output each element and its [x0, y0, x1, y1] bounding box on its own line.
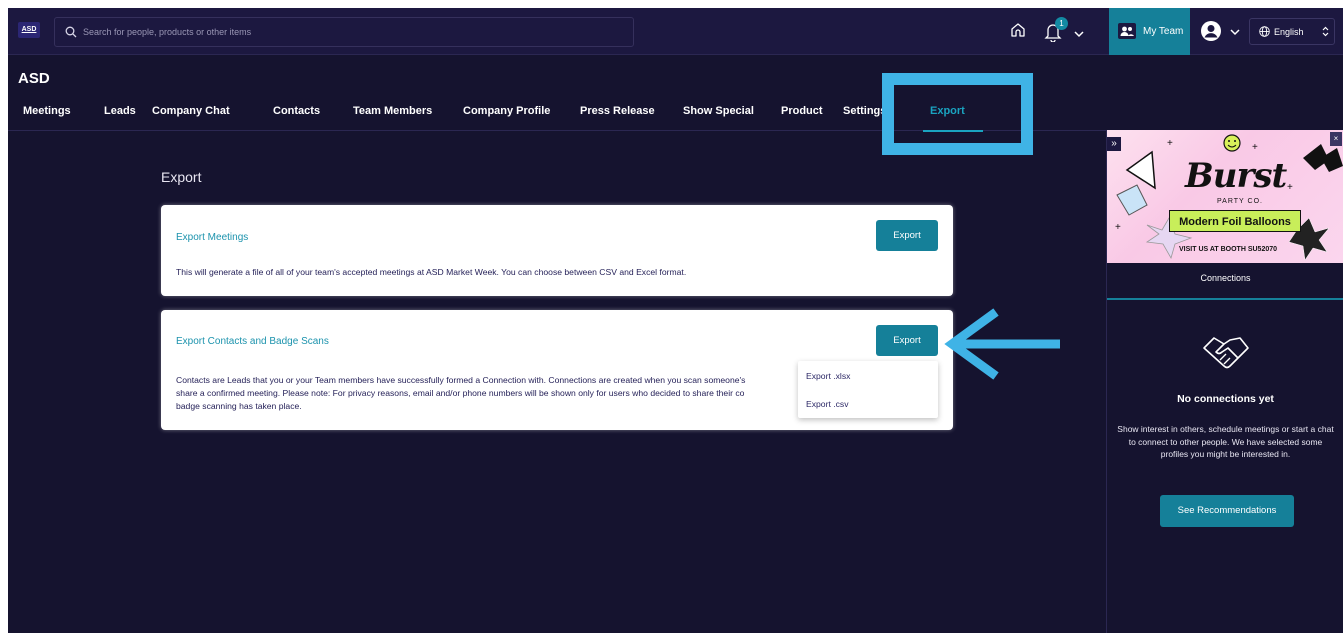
side-panel: + + + + » × Burst PARTY CO. Modern Foil …: [1106, 130, 1343, 633]
empty-state-description: Show interest in others, schedule meetin…: [1117, 424, 1334, 459]
company-title: ASD: [18, 70, 50, 87]
ad-collapse-button[interactable]: »: [1107, 137, 1121, 151]
card-title: Export Meetings: [176, 232, 249, 243]
card-description-line: share a confirmed meeting. Please note: …: [176, 388, 745, 398]
tab-show-special[interactable]: Show Special: [683, 105, 754, 117]
tab-leads[interactable]: Leads: [104, 105, 136, 117]
my-team-button[interactable]: My Team: [1109, 8, 1190, 55]
annotation-arrow-icon: [944, 308, 1060, 380]
avatar-icon: [1201, 21, 1221, 41]
ad-tagline: PARTY CO.: [1217, 198, 1263, 205]
ad-close-button[interactable]: ×: [1330, 132, 1342, 146]
language-select[interactable]: English: [1249, 18, 1335, 45]
chevron-down-icon: [1074, 31, 1084, 38]
tab-team-members[interactable]: Team Members: [353, 105, 432, 117]
user-menu[interactable]: [1200, 20, 1244, 44]
svg-text:+: +: [1252, 142, 1258, 153]
tab-press-release[interactable]: Press Release: [580, 105, 655, 117]
ad-booth: VISIT US AT BOOTH SU52070: [1179, 246, 1278, 253]
card-description-line: badge scanning has taken place.: [176, 401, 302, 411]
search-input[interactable]: [83, 18, 623, 46]
export-meetings-button[interactable]: Export: [876, 220, 938, 251]
balloon-decoration-icon: + + + +: [1115, 134, 1343, 261]
tab-company-chat[interactable]: Company Chat: [152, 105, 230, 117]
annotation-highlight-box: [882, 73, 1033, 155]
updown-caret-icon: [1322, 26, 1329, 37]
card-description: Contacts are Leads that you or your Team…: [176, 374, 745, 413]
sponsor-ad-banner[interactable]: + + + + » × Burst PARTY CO. Modern Foil …: [1107, 130, 1343, 263]
search-box[interactable]: [54, 17, 634, 47]
card-description-line: Contacts are Leads that you or your Team…: [176, 375, 746, 385]
tab-meetings[interactable]: Meetings: [23, 105, 71, 117]
export-xlsx-option[interactable]: Export .xlsx: [806, 371, 850, 381]
notifications-button[interactable]: 1: [1044, 17, 1090, 44]
tab-company-profile[interactable]: Company Profile: [463, 105, 550, 117]
card-description: This will generate a file of all of your…: [176, 267, 687, 277]
ad-headline: Modern Foil Balloons: [1169, 210, 1301, 232]
svg-text:+: +: [1287, 182, 1293, 193]
empty-state-title: No connections yet: [1177, 393, 1274, 405]
search-icon: [65, 26, 77, 38]
export-meetings-card: Export Meetings Export This will generat…: [161, 205, 953, 296]
handshake-icon: [1203, 337, 1249, 369]
tab-settings[interactable]: Settings: [843, 105, 886, 117]
svg-text:+: +: [1167, 138, 1173, 149]
top-bar: ASD 1: [8, 8, 1343, 55]
tab-product[interactable]: Product: [781, 105, 823, 117]
language-label: English: [1274, 27, 1304, 37]
app-window: ASD 1: [8, 8, 1343, 633]
tab-contacts[interactable]: Contacts: [273, 105, 320, 117]
home-icon[interactable]: [1010, 22, 1026, 38]
tab-connections[interactable]: Connections: [1107, 263, 1343, 300]
svg-text:+: +: [1115, 222, 1121, 233]
export-contacts-button[interactable]: Export: [876, 325, 938, 356]
card-title: Export Contacts and Badge Scans: [176, 336, 329, 347]
team-icon: [1118, 23, 1136, 39]
see-recommendations-button[interactable]: See Recommendations: [1160, 495, 1294, 527]
export-format-dropdown: Export .xlsx Export .csv: [798, 361, 938, 418]
ad-brand: Burst: [1185, 156, 1287, 196]
notification-badge: 1: [1055, 17, 1068, 30]
asd-logo[interactable]: ASD: [18, 22, 40, 38]
page-title: Export: [161, 169, 202, 185]
globe-icon: [1259, 26, 1270, 37]
chevron-down-icon: [1230, 29, 1240, 36]
export-csv-option[interactable]: Export .csv: [806, 399, 849, 409]
my-team-label: My Team: [1143, 26, 1184, 37]
